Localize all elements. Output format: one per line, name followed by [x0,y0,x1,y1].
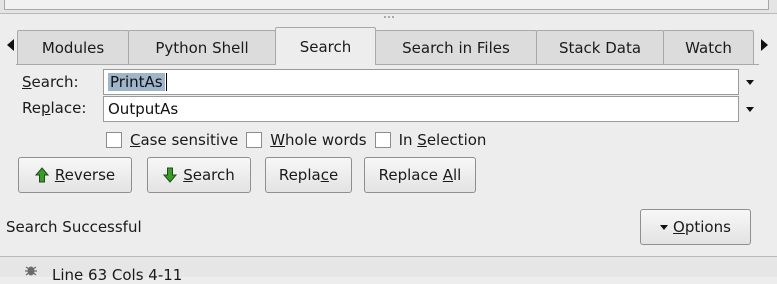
tab-label: Python Shell [155,38,249,57]
tab-search[interactable]: Search [275,27,376,65]
search-status-text: Search Successful [6,218,142,236]
bug-icon [25,266,37,276]
in-selection-option[interactable]: In Selection [374,131,487,149]
cursor-position-text: Line 63 Cols 4-11 [52,266,183,284]
tool-tab-bar: Modules Python Shell Search Search in Fi… [0,27,777,65]
search-label: Search: [22,73,79,91]
replace-input-value: OutputAs [108,100,179,118]
case-sensitive-option[interactable]: Case sensitive [106,131,238,149]
case-sensitive-label: Case sensitive [130,131,239,149]
replace-all-button-label: Replace All [378,166,462,184]
replace-label: Replace: [22,99,87,117]
arrow-down-icon [163,167,178,183]
search-button-label: Search [183,166,235,184]
case-sensitive-checkbox[interactable] [106,132,122,148]
replace-button-label: Replace [278,166,339,184]
whole-words-checkbox[interactable] [246,132,263,148]
top-panel-edge [0,0,777,14]
tab-label: Search [299,37,352,56]
tab-python-shell[interactable]: Python Shell [128,30,276,64]
dropdown-arrow-icon [746,106,754,112]
tab-scroll-left-icon[interactable] [4,35,16,55]
replace-history-dropdown[interactable] [742,96,758,122]
options-menu-button[interactable]: Options [640,209,751,245]
tab-label: Stack Data [558,38,642,57]
tab-scroll-right-icon[interactable] [758,35,770,55]
splitter-grip[interactable] [379,14,399,20]
tab-modules[interactable]: Modules [17,30,129,64]
options-menu-button-label: Options [673,218,731,236]
replace-input[interactable]: OutputAs [103,96,739,122]
replace-button[interactable]: Replace [265,157,352,193]
tab-watch[interactable]: Watch [663,30,754,64]
arrow-up-icon [34,167,49,183]
search-options-row: Case sensitive Whole words In Selection [106,130,494,150]
whole-words-option[interactable]: Whole words [246,131,367,149]
search-input[interactable]: PrintAs [103,69,739,95]
tab-label: Modules [41,38,105,57]
in-selection-checkbox[interactable] [374,132,391,148]
reverse-button[interactable]: Reverse [18,157,132,193]
replace-all-button[interactable]: Replace All [364,157,476,193]
dropdown-arrow-icon [660,224,669,230]
whole-words-label: Whole words [270,131,367,149]
reverse-button-label: Reverse [54,166,116,184]
text-caret [165,73,167,92]
tab-search-in-files[interactable]: Search in Files [375,30,537,64]
search-history-dropdown[interactable] [742,69,758,95]
in-selection-label: In Selection [398,131,487,149]
tab-stack-data[interactable]: Stack Data [536,30,664,64]
search-button[interactable]: Search [147,157,251,193]
tab-label: Watch [685,38,732,57]
tab-label: Search in Files [402,38,510,57]
editor-status-bar: Line 63 Cols 4-11 [0,257,777,284]
tab-divider [16,64,759,65]
search-input-value: PrintAs [108,72,165,91]
dropdown-arrow-icon [746,79,754,85]
